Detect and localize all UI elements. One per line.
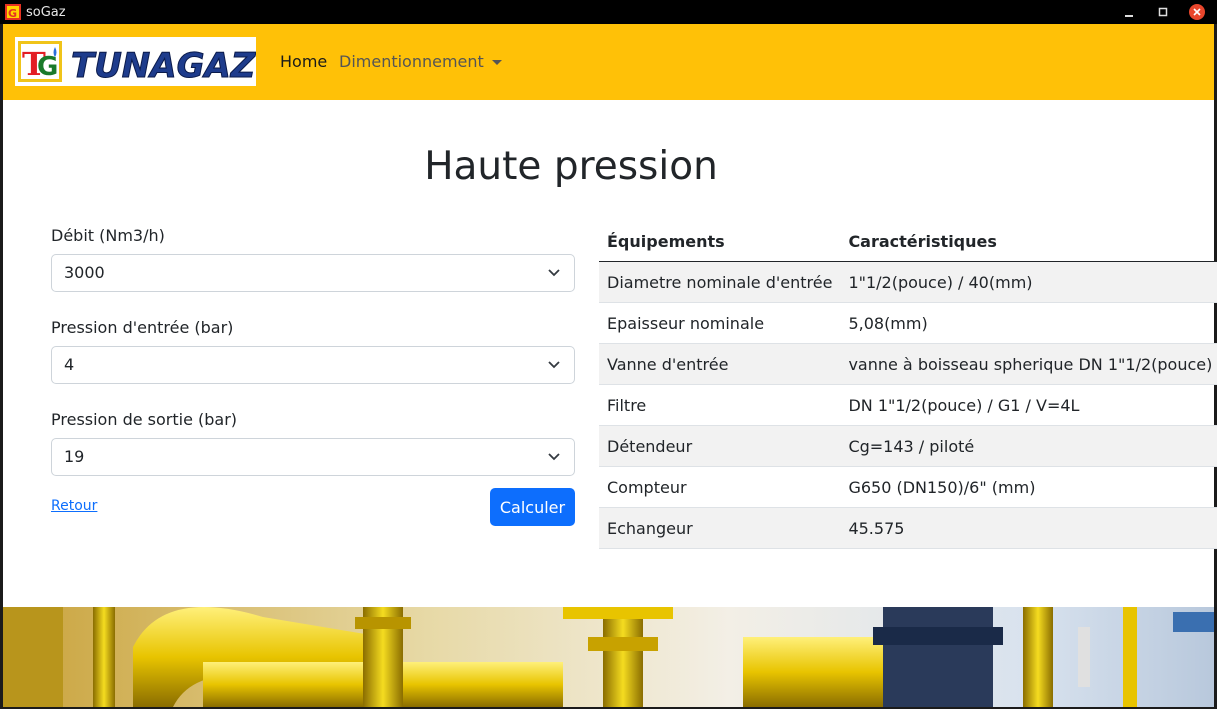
nav-dimensionnement-label: Dimentionnement	[339, 52, 484, 71]
pression-sortie-group: Pression de sortie (bar) 19	[51, 408, 575, 476]
window-titlebar: G soGaz	[0, 0, 1217, 24]
maximize-button[interactable]	[1155, 4, 1171, 20]
retour-link[interactable]: Retour	[51, 498, 97, 514]
chevron-down-icon	[548, 361, 560, 369]
pressure-form: Débit (Nm3/h) 3000 Pression d'entrée (ba…	[51, 224, 575, 476]
maximize-icon	[1158, 7, 1168, 17]
debit-group: Débit (Nm3/h) 3000	[51, 224, 575, 292]
industrial-pipes-image	[3, 607, 1214, 707]
close-icon	[1193, 8, 1201, 16]
characteristic-cell: Cg=143 / piloté	[840, 425, 1217, 467]
characteristic-cell: DN 1"1/2(pouce) / G1 / V=4L	[840, 384, 1217, 426]
minimize-button[interactable]	[1121, 4, 1137, 20]
chevron-down-icon	[548, 453, 560, 461]
table-row: Détendeur Cg=143 / piloté	[599, 425, 1217, 467]
window-title: soGaz	[26, 4, 66, 20]
table-row: Epaisseur nominale 5,08(mm)	[599, 302, 1217, 344]
chevron-down-icon	[548, 269, 560, 277]
table-row: Echangeur 45.575	[599, 507, 1217, 549]
app-icon: G	[5, 4, 21, 20]
characteristic-cell: 5,08(mm)	[840, 302, 1217, 344]
characteristic-cell: vanne à boisseau spherique DN 1"1/2(pouc…	[840, 343, 1217, 385]
table-row: Diametre nominale d'entrée 1"1/2(pouce) …	[599, 261, 1217, 303]
pression-sortie-label: Pression de sortie (bar)	[51, 410, 238, 429]
pression-entree-label: Pression d'entrée (bar)	[51, 318, 234, 337]
minimize-icon	[1125, 15, 1133, 17]
pression-entree-select[interactable]: 4	[51, 346, 575, 384]
calculer-button[interactable]: Calculer	[490, 488, 575, 526]
pression-sortie-value: 19	[64, 447, 85, 466]
page-title: Haute pression	[424, 144, 718, 189]
tunagaz-logo[interactable]: T G TUNAGAZ	[15, 37, 257, 87]
logo-image: T G TUNAGAZ	[15, 37, 257, 87]
equipment-cell: Echangeur	[599, 507, 841, 549]
equipment-cell: Vanne d'entrée	[599, 343, 841, 385]
navbar: T G TUNAGAZ Home Dimentionnement	[3, 24, 1214, 100]
pression-entree-value: 4	[64, 355, 75, 374]
svg-text:G: G	[8, 7, 17, 20]
equipment-cell: Filtre	[599, 384, 841, 426]
table-row: Filtre DN 1"1/2(pouce) / G1 / V=4L	[599, 384, 1217, 426]
table-row: Vanne d'entrée vanne à boisseau spheriqu…	[599, 343, 1217, 385]
equipment-cell: Epaisseur nominale	[599, 302, 841, 344]
table-row: Compteur G650 (DN150)/6" (mm)	[599, 466, 1217, 508]
equipment-cell: Détendeur	[599, 425, 841, 467]
debit-select[interactable]: 3000	[51, 254, 575, 292]
caret-down-icon	[491, 60, 502, 65]
main-content: Haute pression Débit (Nm3/h) 3000 Pressi…	[3, 100, 1217, 607]
debit-value: 3000	[64, 263, 105, 282]
equipment-cell: Compteur	[599, 466, 841, 508]
characteristic-cell: 1"1/2(pouce) / 40(mm)	[840, 261, 1217, 303]
pression-sortie-select[interactable]: 19	[51, 438, 575, 476]
nav-home-link[interactable]: Home	[280, 52, 327, 71]
debit-label: Débit (Nm3/h)	[51, 226, 165, 245]
close-button[interactable]	[1189, 4, 1205, 20]
header-equipements: Équipements	[599, 221, 841, 262]
equipment-cell: Diametre nominale d'entrée	[599, 261, 841, 303]
characteristic-cell: 45.575	[840, 507, 1217, 549]
pression-entree-group: Pression d'entrée (bar) 4	[51, 316, 575, 384]
header-caracteristiques: Caractéristiques	[840, 221, 1217, 262]
table-header-row: Équipements Caractéristiques	[599, 221, 1217, 262]
nav-dimensionnement-dropdown[interactable]: Dimentionnement	[339, 52, 502, 71]
logo-text: TUNAGAZ	[71, 46, 256, 86]
characteristic-cell: G650 (DN150)/6" (mm)	[840, 466, 1217, 508]
equipment-table: Équipements Caractéristiques Diametre no…	[599, 221, 1217, 549]
